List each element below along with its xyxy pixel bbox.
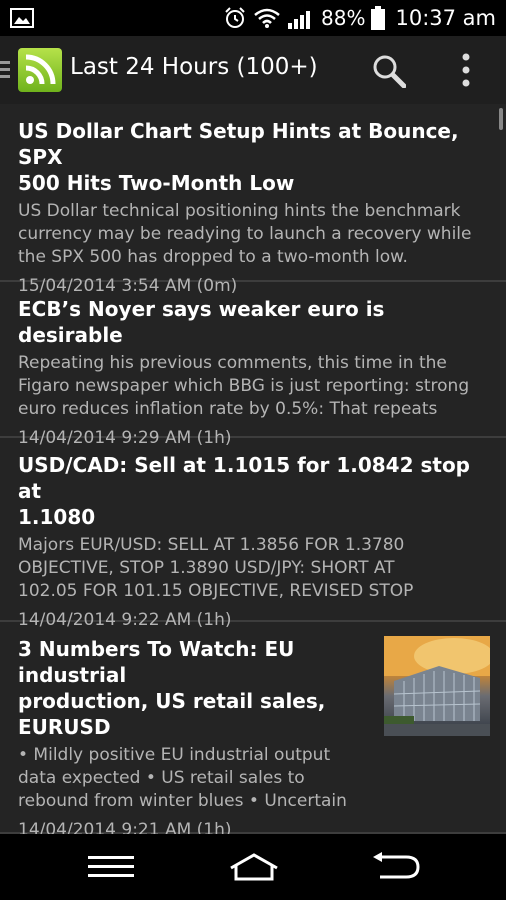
news-summary: Repeating his previous comments, this ti… bbox=[18, 353, 470, 419]
scrollbar[interactable] bbox=[499, 108, 503, 130]
news-summary: • Mildly positive EU industrial output d… bbox=[18, 745, 347, 811]
rss-icon bbox=[25, 54, 56, 85]
rss-logo-icon[interactable] bbox=[18, 48, 62, 92]
menu-icon[interactable] bbox=[88, 852, 134, 882]
battery-percent: 88% bbox=[321, 6, 366, 30]
signal-icon bbox=[288, 11, 311, 29]
news-summary: Majors EUR/USD: SELL AT 1.3856 FOR 1.378… bbox=[18, 535, 414, 601]
navigation-bar bbox=[0, 834, 506, 900]
news-item[interactable]: ECB’s Noyer says weaker euro is desirabl… bbox=[0, 282, 506, 448]
battery-icon bbox=[371, 6, 386, 30]
status-right: 88% 10:37 am bbox=[223, 0, 496, 36]
news-title: 3 Numbers To Watch: EU industrial produc… bbox=[18, 637, 326, 739]
status-bar: 88% 10:37 am bbox=[0, 0, 506, 36]
news-item[interactable]: 3 Numbers To Watch: EU industrial produc… bbox=[0, 622, 506, 834]
page-title: Last 24 Hours (100+) bbox=[70, 54, 318, 80]
news-summary: US Dollar technical positioning hints th… bbox=[18, 201, 472, 267]
building-photo bbox=[384, 636, 490, 736]
action-bar: Last 24 Hours (100+) bbox=[0, 36, 506, 104]
news-title: ECB’s Noyer says weaker euro is desirabl… bbox=[18, 297, 385, 347]
wifi-icon bbox=[254, 8, 280, 28]
news-list[interactable]: US Dollar Chart Setup Hints at Bounce, S… bbox=[0, 104, 506, 834]
back-icon[interactable] bbox=[370, 852, 422, 882]
news-date: 14/04/2014 9:21 AM (1h) bbox=[18, 820, 232, 834]
news-item[interactable]: USD/CAD: Sell at 1.1015 for 1.0842 stop … bbox=[0, 438, 506, 630]
home-icon[interactable] bbox=[228, 852, 280, 882]
news-title: USD/CAD: Sell at 1.1015 for 1.0842 stop … bbox=[18, 453, 471, 529]
alarm-icon bbox=[225, 7, 245, 28]
news-title: US Dollar Chart Setup Hints at Bounce, S… bbox=[18, 119, 459, 195]
drawer-indicator-icon[interactable] bbox=[0, 58, 12, 82]
news-item[interactable]: US Dollar Chart Setup Hints at Bounce, S… bbox=[0, 104, 506, 296]
search-icon[interactable] bbox=[372, 54, 406, 88]
image-notification-icon bbox=[10, 8, 34, 28]
overflow-menu-icon[interactable] bbox=[458, 52, 474, 88]
clock: 10:37 am bbox=[395, 6, 496, 30]
news-thumbnail[interactable] bbox=[384, 636, 490, 736]
